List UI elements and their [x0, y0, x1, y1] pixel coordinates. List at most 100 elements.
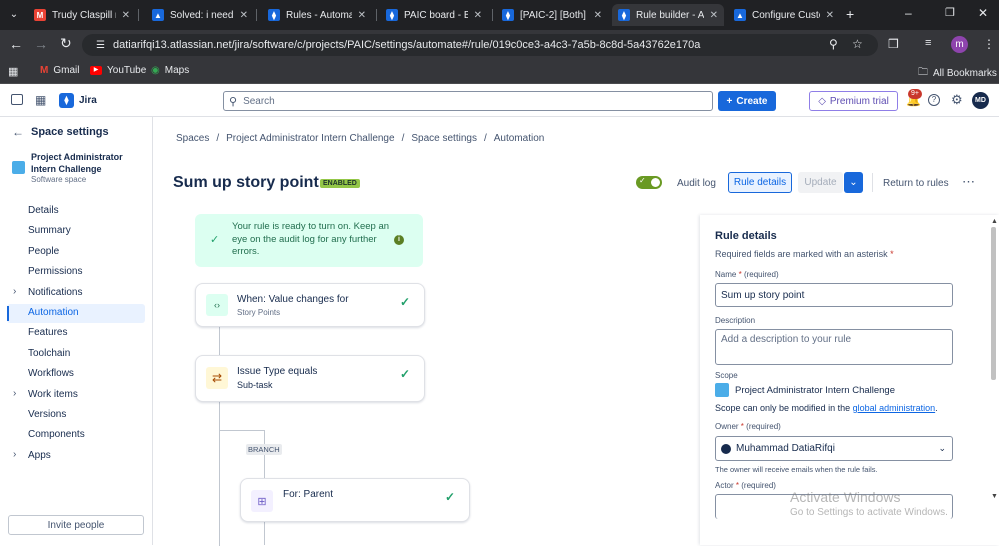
sidebar-item-label: Work items	[28, 388, 78, 400]
flow-connector	[219, 401, 220, 546]
profile-avatar[interactable]: m	[951, 36, 968, 53]
sidebar-item-notifications[interactable]: › Notifications	[7, 284, 145, 303]
invite-label: Invite people	[47, 519, 105, 531]
browser-tab[interactable]: ⧫ [PAIC-2] [Both] M ✕	[496, 4, 608, 26]
back-arrow-icon[interactable]: ←	[9, 36, 23, 52]
premium-trial-button[interactable]: ◇ Premium trial	[809, 91, 898, 111]
browser-menu-icon[interactable]: ⋮	[983, 37, 995, 51]
check-icon: ✓	[445, 490, 456, 504]
sidebar-item-work-items[interactable]: › Work items	[7, 386, 145, 405]
close-icon[interactable]: ✕	[122, 10, 130, 21]
media-icon[interactable]: ≡	[925, 37, 931, 49]
sidebar-item-features[interactable]: Features	[7, 324, 145, 343]
name-required: (required)	[743, 270, 779, 279]
name-field[interactable]: Sum up story point	[715, 283, 953, 307]
tab-title: [PAIC-2] [Both] M	[520, 9, 588, 21]
update-dropdown-button[interactable]: ⌄	[844, 172, 863, 193]
browser-tab[interactable]: ⧫ PAIC board - Back ✕	[380, 4, 488, 26]
zoom-icon[interactable]: ⚲	[829, 37, 838, 51]
close-icon[interactable]: ✕	[358, 10, 366, 21]
breadcrumb-item[interactable]: Space settings	[411, 133, 477, 144]
sidebar-item-workflows[interactable]: Workflows	[7, 365, 145, 384]
audit-log-link[interactable]: Audit log	[677, 178, 716, 189]
info-icon[interactable]: i	[394, 235, 404, 245]
premium-label: Premium trial	[829, 95, 889, 107]
description-field[interactable]: Add a description to your rule	[715, 329, 953, 365]
branch-card[interactable]: ⊞ For: Parent ✓	[240, 478, 470, 522]
sidebar-item-automation[interactable]: Automation	[7, 304, 145, 323]
bookmark-youtube[interactable]: ▶ YouTube	[90, 65, 146, 76]
more-options-icon[interactable]: ⋯	[962, 174, 975, 190]
sidebar-toggle-icon[interactable]	[11, 94, 23, 105]
minimize-icon[interactable]: –	[905, 6, 912, 20]
check-icon: ✓	[400, 367, 411, 381]
bookmark-maps[interactable]: ◉ Maps	[151, 65, 189, 76]
rule-builder-main: Spaces / Project Administrator Intern Chal…	[154, 117, 999, 546]
return-to-rules-link[interactable]: Return to rules	[883, 178, 949, 189]
rule-details-button[interactable]: Rule details	[728, 172, 792, 193]
condition-icon: ⇄	[206, 367, 228, 389]
close-icon[interactable]: ✕	[240, 10, 248, 21]
sidebar-item-apps[interactable]: › Apps	[7, 447, 145, 466]
browser-tab-active[interactable]: ⧫ Rule builder - Aut ✕	[612, 4, 724, 26]
browser-tab[interactable]: M Trudy Claspill mer ✕	[28, 4, 136, 26]
close-icon[interactable]: ✕	[594, 10, 602, 21]
sidebar-title[interactable]: Space settings	[31, 126, 109, 138]
breadcrumb-item[interactable]: Spaces	[176, 133, 209, 144]
rule-enabled-toggle[interactable]: ✓	[636, 176, 662, 189]
back-arrow-icon[interactable]: ←	[12, 125, 24, 139]
settings-gear-icon[interactable]: ⚙	[951, 92, 963, 108]
extensions-icon[interactable]: ❒	[888, 37, 899, 51]
reload-icon[interactable]: ↻	[60, 35, 72, 52]
browser-tab[interactable]: ▲ Solved: i need he ✕	[146, 4, 254, 26]
sidebar-item-versions[interactable]: Versions	[7, 406, 145, 425]
window-close-icon[interactable]: ✕	[978, 6, 988, 20]
breadcrumb-item[interactable]: Project Administrator Intern Challenge	[226, 133, 394, 144]
update-button[interactable]: Update	[798, 172, 843, 193]
forward-arrow-icon[interactable]: →	[34, 36, 48, 52]
address-bar[interactable]: ☰ datiarifqi13.atlassian.net/jira/softwa…	[82, 34, 878, 56]
close-icon[interactable]: ✕	[474, 10, 482, 21]
sidebar-item-people[interactable]: People	[7, 243, 145, 262]
create-button[interactable]: + Create	[718, 91, 776, 111]
tab-title: Trudy Claspill mer	[52, 9, 116, 21]
plus-icon: +	[726, 95, 733, 107]
global-admin-link[interactable]: global administration	[853, 403, 936, 413]
sidebar-item-summary[interactable]: Summary	[7, 222, 145, 241]
breadcrumb-item[interactable]: Automation	[494, 133, 545, 144]
app-switcher-icon[interactable]: ▦	[35, 93, 46, 107]
sidebar-item-details[interactable]: Details	[7, 202, 145, 221]
sidebar-item-label: Summary	[28, 225, 71, 237]
sidebar-item-toolchain[interactable]: Toolchain	[7, 345, 145, 364]
help-icon[interactable]: ?	[928, 94, 940, 106]
trigger-card[interactable]: ‹› When: Value changes for Story Points …	[195, 283, 425, 327]
browser-tab-strip: ⌄ M Trudy Claspill mer ✕ ▲ Solved: i need h…	[0, 0, 999, 30]
bookmark-gmail[interactable]: M Gmail	[40, 65, 79, 76]
site-info-icon[interactable]: ☰	[96, 40, 105, 51]
jira-logo-icon[interactable]: ⧫	[59, 93, 74, 108]
tab-search-icon[interactable]: ⌄	[6, 7, 22, 23]
browser-tab[interactable]: ⧫ Rules - Automatio ✕	[262, 4, 372, 26]
sidebar-item-label: Features	[28, 327, 68, 339]
user-avatar[interactable]: MD	[972, 92, 989, 109]
sidebar-item-permissions[interactable]: Permissions	[7, 263, 145, 282]
all-bookmarks[interactable]: 🗀 All Bookmarks	[918, 65, 997, 82]
bookmark-star-icon[interactable]: ☆	[852, 37, 863, 51]
rule-details-label: Rule details	[733, 177, 787, 188]
browser-tab[interactable]: ▲ Configure Custom ✕	[728, 4, 840, 26]
panel-scrollbar[interactable]: ▲ ▼	[987, 215, 999, 505]
success-check-icon: ✓	[210, 234, 220, 246]
owner-select[interactable]: Muhammad DatiaRifqi ⌄	[715, 436, 953, 461]
invite-people-button[interactable]: Invite people	[8, 515, 144, 535]
condition-card[interactable]: ⇄ Issue Type equals Sub-task ✓	[195, 355, 425, 402]
close-icon[interactable]: ✕	[826, 10, 834, 21]
apps-grid-icon[interactable]: ▦	[8, 65, 18, 78]
status-badge: ENABLED	[320, 179, 360, 188]
sidebar-item-label: Versions	[28, 409, 67, 420]
app-name[interactable]: Jira	[79, 95, 97, 106]
sidebar-item-components[interactable]: Components	[7, 426, 145, 445]
search-input[interactable]: ⚲ Search	[223, 91, 713, 111]
maximize-icon[interactable]: ❐	[945, 6, 955, 19]
new-tab-icon[interactable]: +	[846, 6, 854, 22]
close-icon[interactable]: ✕	[710, 10, 718, 21]
